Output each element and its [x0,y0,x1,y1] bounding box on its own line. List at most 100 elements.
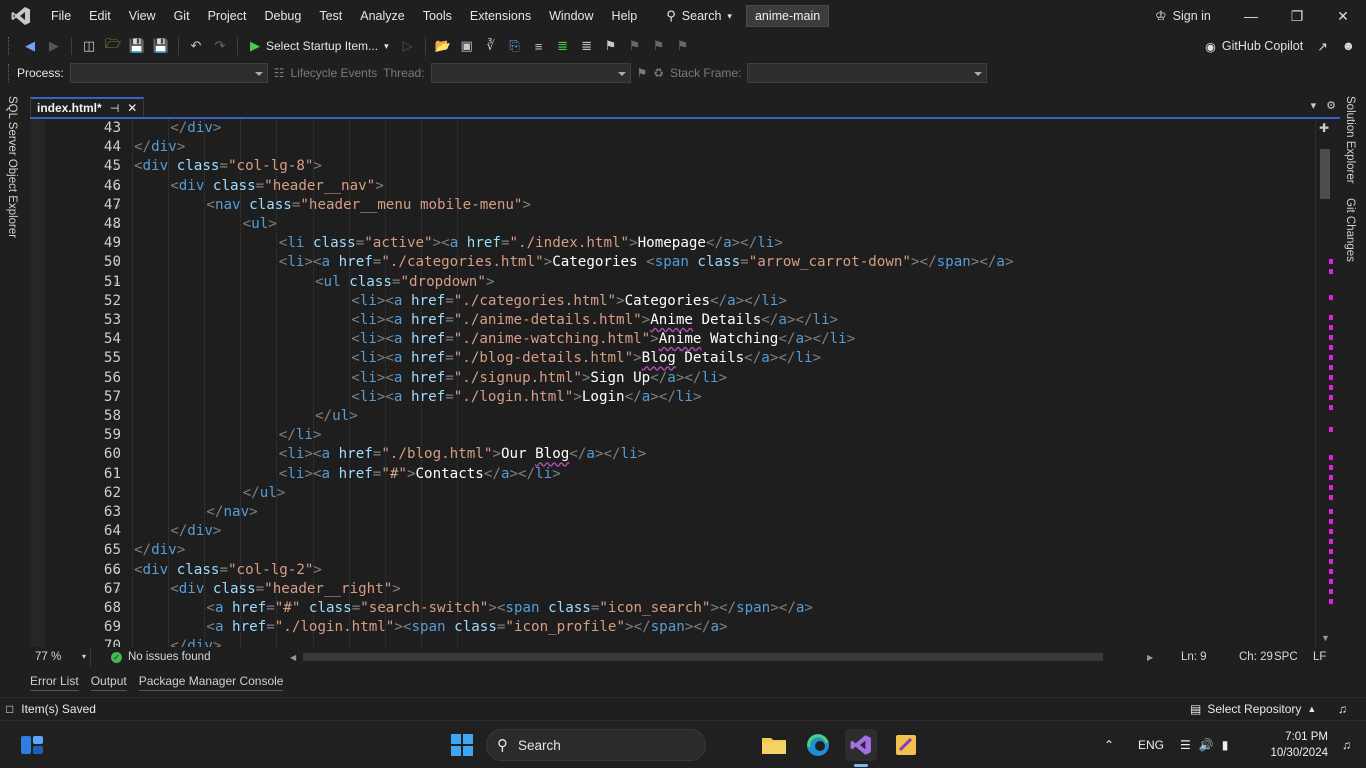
menu-help[interactable]: Help [603,0,647,32]
code-line[interactable]: 60 <li><a href="./blog.html">Our Blog</a>… [31,445,1315,464]
layout-icon[interactable]: ▣ [456,35,478,57]
horizontal-scrollbar[interactable] [303,653,1103,661]
code-line[interactable]: 47 ⌵ <nav class="header__menu mobile-menu"… [31,196,1315,215]
code-line[interactable]: 65 </div> [31,541,1315,560]
code-line[interactable]: 50 ⌵ <li><a href="./categories.html">Categ… [31,253,1315,272]
toolbar-grip[interactable] [8,37,11,55]
code-line[interactable]: 70 </div> [31,637,1315,647]
select-repository-button[interactable]: ▤ Select Repository ▲ [1190,702,1316,716]
undo-icon[interactable]: ↶ [185,35,207,57]
collapse-chevron-icon[interactable]: ⌵ [111,273,123,292]
code-line[interactable]: 48 ⌵ <ul> [31,215,1315,234]
github-copilot-button[interactable]: ◉ GitHub Copilot ↗ ☻ [1205,32,1355,60]
tab-index-html[interactable]: index.html* ⊣ ✕ [30,97,145,117]
sign-in-button[interactable]: ♔ Sign in [1155,0,1211,32]
save-all-icon[interactable]: 💾 [150,35,172,57]
line-number-indicator[interactable]: Ln: 9 [1181,647,1207,667]
system-tray-icons[interactable]: ☰ 🔊 ▮ [1180,721,1228,768]
code-line[interactable]: 62 </ul> [31,484,1315,503]
collapse-chevron-icon[interactable]: ⌵ [111,253,123,272]
restore-button[interactable]: ❐ [1274,0,1320,32]
feedback-icon[interactable]: ☻ [1342,39,1355,53]
code-line[interactable]: 55 <li><a href="./blog-details.html">Blog… [31,349,1315,368]
clear-bookmarks-icon[interactable]: ⚑ [672,35,694,57]
menu-debug[interactable]: Debug [255,0,310,32]
close-icon[interactable]: ✕ [127,101,137,115]
line-ending-indicator[interactable]: LF [1313,647,1326,667]
next-bookmark-icon[interactable]: ⚑ [648,35,670,57]
collapse-chevron-icon[interactable]: ⌵ [111,215,123,234]
input-language-indicator[interactable]: ENG [1138,721,1164,768]
thread-dropdown[interactable] [430,63,631,83]
collapse-chevron-icon[interactable]: ⌵ [111,177,123,196]
code-line[interactable]: 66 ⌵ <div class="col-lg-2"> [31,561,1315,580]
file-explorer-icon[interactable] [758,729,790,761]
tab-error-list[interactable]: Error List [30,672,79,691]
close-window-button[interactable]: ✕ [1320,0,1366,32]
git-changes-tab[interactable]: Git Changes [1344,198,1356,262]
vs-installer-icon[interactable] [890,729,922,761]
edge-browser-icon[interactable] [802,729,834,761]
previous-bookmark-icon[interactable]: ⚑ [624,35,646,57]
notifications-icon[interactable]: ♫ [1342,721,1351,768]
scroll-right-icon[interactable]: ▶ [1147,653,1153,662]
settings-gear-icon[interactable]: ⚙ [1326,99,1336,112]
minimize-button[interactable]: — [1228,0,1274,32]
start-debugging-button[interactable]: ▶ Select Startup Item... ▾ [244,38,395,54]
code-line[interactable]: 44 </div> [31,138,1315,157]
solution-name[interactable]: anime-main [745,5,830,27]
code-line[interactable]: 49 <li class="active"><a href="./index.ht… [31,234,1315,253]
new-project-icon[interactable]: ◫ [78,35,100,57]
breakpoint-icon[interactable]: ⎘ [504,35,526,57]
clock[interactable]: 7:01 PM 10/30/2024 [1258,729,1328,761]
process-dropdown[interactable] [69,63,268,83]
menu-file[interactable]: File [42,0,80,32]
share-icon[interactable]: ↗ [1317,39,1327,54]
code-line[interactable]: 43 </div> [31,119,1315,138]
collapse-chevron-icon[interactable]: ⌵ [111,580,123,599]
widgets-icon[interactable] [16,729,48,761]
indent-mode-indicator[interactable]: SPC [1274,647,1298,667]
menu-tools[interactable]: Tools [414,0,461,32]
bookmark-icon[interactable]: ⚑ [600,35,622,57]
code-line[interactable]: 64 </div> [31,522,1315,541]
search-button[interactable]: ⚲ Search ▾ [658,4,740,28]
lifecycle-events-label[interactable]: Lifecycle Events [290,66,377,80]
tab-package-manager-console[interactable]: Package Manager Console [138,672,284,691]
issues-indicator[interactable]: ✓ No issues found [111,651,210,663]
menu-extensions[interactable]: Extensions [461,0,540,32]
menu-view[interactable]: View [120,0,165,32]
status-panel-icon[interactable]: □ [6,702,13,716]
code-line[interactable]: 68 <a href="#" class="search-switch"><spa… [31,599,1315,618]
column-indicator[interactable]: Ch: 29 [1239,647,1273,667]
menu-git[interactable]: Git [165,0,199,32]
browse-icon[interactable]: 📂 [432,35,454,57]
menu-project[interactable]: Project [199,0,256,32]
save-icon[interactable]: 💾 [126,35,148,57]
code-line[interactable]: 46 ⌵ <div class="header__nav"> [31,177,1315,196]
taskbar-search-box[interactable]: ⚲ Search [486,729,706,761]
split-editor-icon[interactable]: ✚ [1319,121,1329,135]
solution-explorer-tab[interactable]: Solution Explorer [1344,96,1356,184]
tab-output[interactable]: Output [90,672,127,691]
navigate-forward-icon[interactable]: ▶ [43,35,65,57]
open-folder-icon[interactable]: 🗁 [102,35,124,57]
notifications-bell-icon[interactable]: ♫ [1338,702,1347,716]
toolbar-grip[interactable] [8,64,11,82]
menu-edit[interactable]: Edit [80,0,120,32]
start-without-debugging-icon[interactable]: ▷ [397,35,419,57]
show-hidden-icons-button[interactable]: ⌃ [1104,721,1114,768]
menu-test[interactable]: Test [310,0,351,32]
menu-analyze[interactable]: Analyze [351,0,413,32]
scroll-left-icon[interactable]: ◀ [290,653,296,662]
windows-start-icon[interactable] [446,729,478,761]
code-line[interactable]: 45 ⌵ <div class="col-lg-8"> [31,157,1315,176]
vertical-scrollbar[interactable]: ✚ ▼ [1315,119,1333,647]
code-editor[interactable]: 43 </div> 44 </div> 45 ⌵ <div class="col-lg-8"… [31,119,1315,647]
scroll-down-icon[interactable]: ▼ [1321,633,1330,643]
collapse-chevron-icon[interactable]: ⌵ [111,157,123,176]
scrollbar-thumb[interactable] [1320,149,1330,199]
code-line[interactable]: 69 <a href="./login.html"><span class="ic… [31,618,1315,637]
code-line[interactable]: 57 <li><a href="./login.html">Login</a></… [31,388,1315,407]
sql-server-object-explorer-tab[interactable]: SQL Server Object Explorer [6,96,18,238]
